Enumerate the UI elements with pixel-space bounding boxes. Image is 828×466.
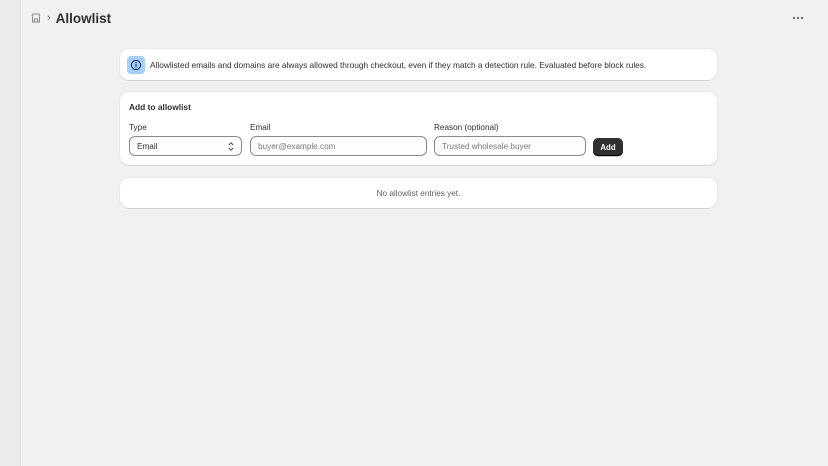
info-banner-text: Allowlisted emails and domains are alway…	[150, 59, 647, 70]
allowlist-entries-card: No allowlist entries yet.	[120, 178, 717, 208]
info-icon	[127, 55, 145, 74]
more-actions-button[interactable]	[790, 11, 806, 25]
email-field[interactable]	[250, 136, 427, 156]
store-icon[interactable]	[31, 13, 41, 23]
reason-input[interactable]	[442, 141, 585, 151]
select-chevrons-icon	[228, 142, 234, 151]
type-label: Type	[129, 123, 147, 132]
app-frame: › Allowlist Allowlisted emails and domai…	[0, 0, 828, 466]
reason-field[interactable]	[434, 136, 586, 156]
email-label: Email	[250, 123, 271, 132]
info-banner: Allowlisted emails and domains are alway…	[120, 49, 717, 80]
empty-state-text: No allowlist entries yet.	[376, 188, 461, 198]
reason-label: Reason (optional)	[434, 123, 499, 132]
email-input[interactable]	[258, 141, 426, 151]
ellipsis-icon	[792, 16, 804, 20]
page-header: › Allowlist	[21, 0, 828, 36]
page-title: Allowlist	[55, 10, 112, 26]
left-rail	[0, 0, 21, 466]
add-button[interactable]: Add	[593, 138, 623, 156]
breadcrumb-chevron-icon: ›	[47, 11, 51, 24]
type-select-value: Email	[137, 141, 158, 151]
add-to-allowlist-card: Add to allowlist Type Email Email Reason…	[120, 92, 717, 165]
type-select[interactable]: Email	[129, 136, 242, 156]
card-title: Add to allowlist	[129, 102, 191, 112]
